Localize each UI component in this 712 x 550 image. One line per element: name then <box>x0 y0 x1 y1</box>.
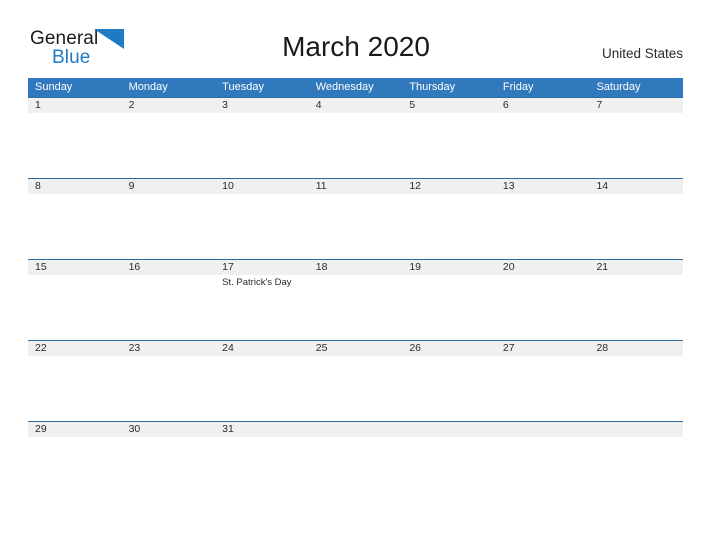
day-cell[interactable] <box>122 437 216 501</box>
date-number[interactable]: 23 <box>122 341 216 356</box>
date-number[interactable]: 17 <box>215 260 309 275</box>
day-cell[interactable] <box>309 194 403 258</box>
date-number[interactable]: 1 <box>28 98 122 113</box>
day-cell[interactable] <box>122 113 216 177</box>
day-cell[interactable] <box>402 194 496 258</box>
day-cell[interactable] <box>122 194 216 258</box>
dow-header-sunday: Sunday <box>35 81 73 93</box>
day-cell[interactable] <box>589 356 683 420</box>
date-number[interactable]: 16 <box>122 260 216 275</box>
date-number[interactable]: 6 <box>496 98 590 113</box>
date-number[interactable] <box>402 422 496 437</box>
dow-header-saturday: Saturday <box>596 81 641 93</box>
week-event-band <box>28 194 683 258</box>
date-number[interactable]: 29 <box>28 422 122 437</box>
dow-header-friday: Friday <box>502 81 534 93</box>
date-number[interactable]: 9 <box>122 179 216 194</box>
dow-header-thursday: Thursday <box>409 81 456 93</box>
day-cell[interactable] <box>309 437 403 501</box>
event-label: St. Patrick's Day <box>222 277 292 288</box>
day-cell[interactable] <box>215 194 309 258</box>
page-header: General Blue March 2020 United States <box>0 0 712 78</box>
day-cell[interactable] <box>122 275 216 339</box>
day-cell[interactable] <box>589 275 683 339</box>
day-cell[interactable] <box>496 437 590 501</box>
day-cell[interactable] <box>589 194 683 258</box>
week-event-band <box>28 356 683 420</box>
date-number[interactable]: 21 <box>589 260 683 275</box>
date-number[interactable]: 18 <box>309 260 403 275</box>
week-event-band <box>28 437 683 501</box>
date-number[interactable]: 28 <box>589 341 683 356</box>
calendar-week-row: 29 30 31 <box>28 421 683 502</box>
week-date-band: 15 16 17 18 19 20 21 <box>28 260 683 275</box>
day-cell[interactable]: St. Patrick's Day <box>215 275 309 339</box>
date-number[interactable]: 4 <box>309 98 403 113</box>
region-label: United States <box>601 46 683 61</box>
day-cell[interactable] <box>122 356 216 420</box>
week-event-band <box>28 113 683 177</box>
date-number[interactable]: 22 <box>28 341 122 356</box>
date-number[interactable]: 2 <box>122 98 216 113</box>
calendar-week-row: 15 16 17 18 19 20 21 St. Patrick's Day <box>28 259 683 340</box>
dow-header-wednesday: Wednesday <box>315 81 374 93</box>
date-number[interactable]: 30 <box>122 422 216 437</box>
dow-header-tuesday: Tuesday <box>222 81 264 93</box>
day-cell[interactable] <box>589 113 683 177</box>
day-cell[interactable] <box>402 113 496 177</box>
calendar-week-row: 1 2 3 4 5 6 7 <box>28 97 683 178</box>
date-number[interactable]: 19 <box>402 260 496 275</box>
date-number[interactable]: 12 <box>402 179 496 194</box>
date-number[interactable]: 3 <box>215 98 309 113</box>
week-date-band: 8 9 10 11 12 13 14 <box>28 179 683 194</box>
calendar-page: General Blue March 2020 United States Su… <box>0 0 712 550</box>
day-cell[interactable] <box>496 194 590 258</box>
day-cell[interactable] <box>402 275 496 339</box>
day-cell[interactable] <box>28 437 122 501</box>
dow-header-monday: Monday <box>128 81 168 93</box>
week-event-band: St. Patrick's Day <box>28 275 683 339</box>
date-number[interactable] <box>309 422 403 437</box>
day-cell[interactable] <box>496 113 590 177</box>
date-number[interactable]: 10 <box>215 179 309 194</box>
calendar-grid: Sunday Monday Tuesday Wednesday Thursday… <box>28 78 683 502</box>
date-number[interactable] <box>589 422 683 437</box>
day-cell[interactable] <box>28 113 122 177</box>
date-number[interactable]: 13 <box>496 179 590 194</box>
day-cell[interactable] <box>215 437 309 501</box>
day-cell[interactable] <box>28 275 122 339</box>
day-cell[interactable] <box>496 275 590 339</box>
date-number[interactable]: 27 <box>496 341 590 356</box>
date-number[interactable]: 24 <box>215 341 309 356</box>
day-cell[interactable] <box>589 437 683 501</box>
day-cell[interactable] <box>215 113 309 177</box>
date-number[interactable]: 31 <box>215 422 309 437</box>
date-number[interactable]: 8 <box>28 179 122 194</box>
day-cell[interactable] <box>28 356 122 420</box>
day-of-week-header-row: Sunday Monday Tuesday Wednesday Thursday… <box>28 78 683 97</box>
week-date-band: 29 30 31 <box>28 422 683 437</box>
day-cell[interactable] <box>309 356 403 420</box>
date-number[interactable]: 5 <box>402 98 496 113</box>
day-cell[interactable] <box>402 356 496 420</box>
date-number[interactable]: 7 <box>589 98 683 113</box>
day-cell[interactable] <box>309 275 403 339</box>
day-cell[interactable] <box>402 437 496 501</box>
date-number[interactable]: 14 <box>589 179 683 194</box>
day-cell[interactable] <box>496 356 590 420</box>
week-date-band: 1 2 3 4 5 6 7 <box>28 98 683 113</box>
date-number[interactable] <box>496 422 590 437</box>
calendar-week-row: 22 23 24 25 26 27 28 <box>28 340 683 421</box>
day-cell[interactable] <box>215 356 309 420</box>
date-number[interactable]: 11 <box>309 179 403 194</box>
date-number[interactable]: 15 <box>28 260 122 275</box>
calendar-week-row: 8 9 10 11 12 13 14 <box>28 178 683 259</box>
week-date-band: 22 23 24 25 26 27 28 <box>28 341 683 356</box>
date-number[interactable]: 20 <box>496 260 590 275</box>
day-cell[interactable] <box>28 194 122 258</box>
day-cell[interactable] <box>309 113 403 177</box>
date-number[interactable]: 26 <box>402 341 496 356</box>
date-number[interactable]: 25 <box>309 341 403 356</box>
